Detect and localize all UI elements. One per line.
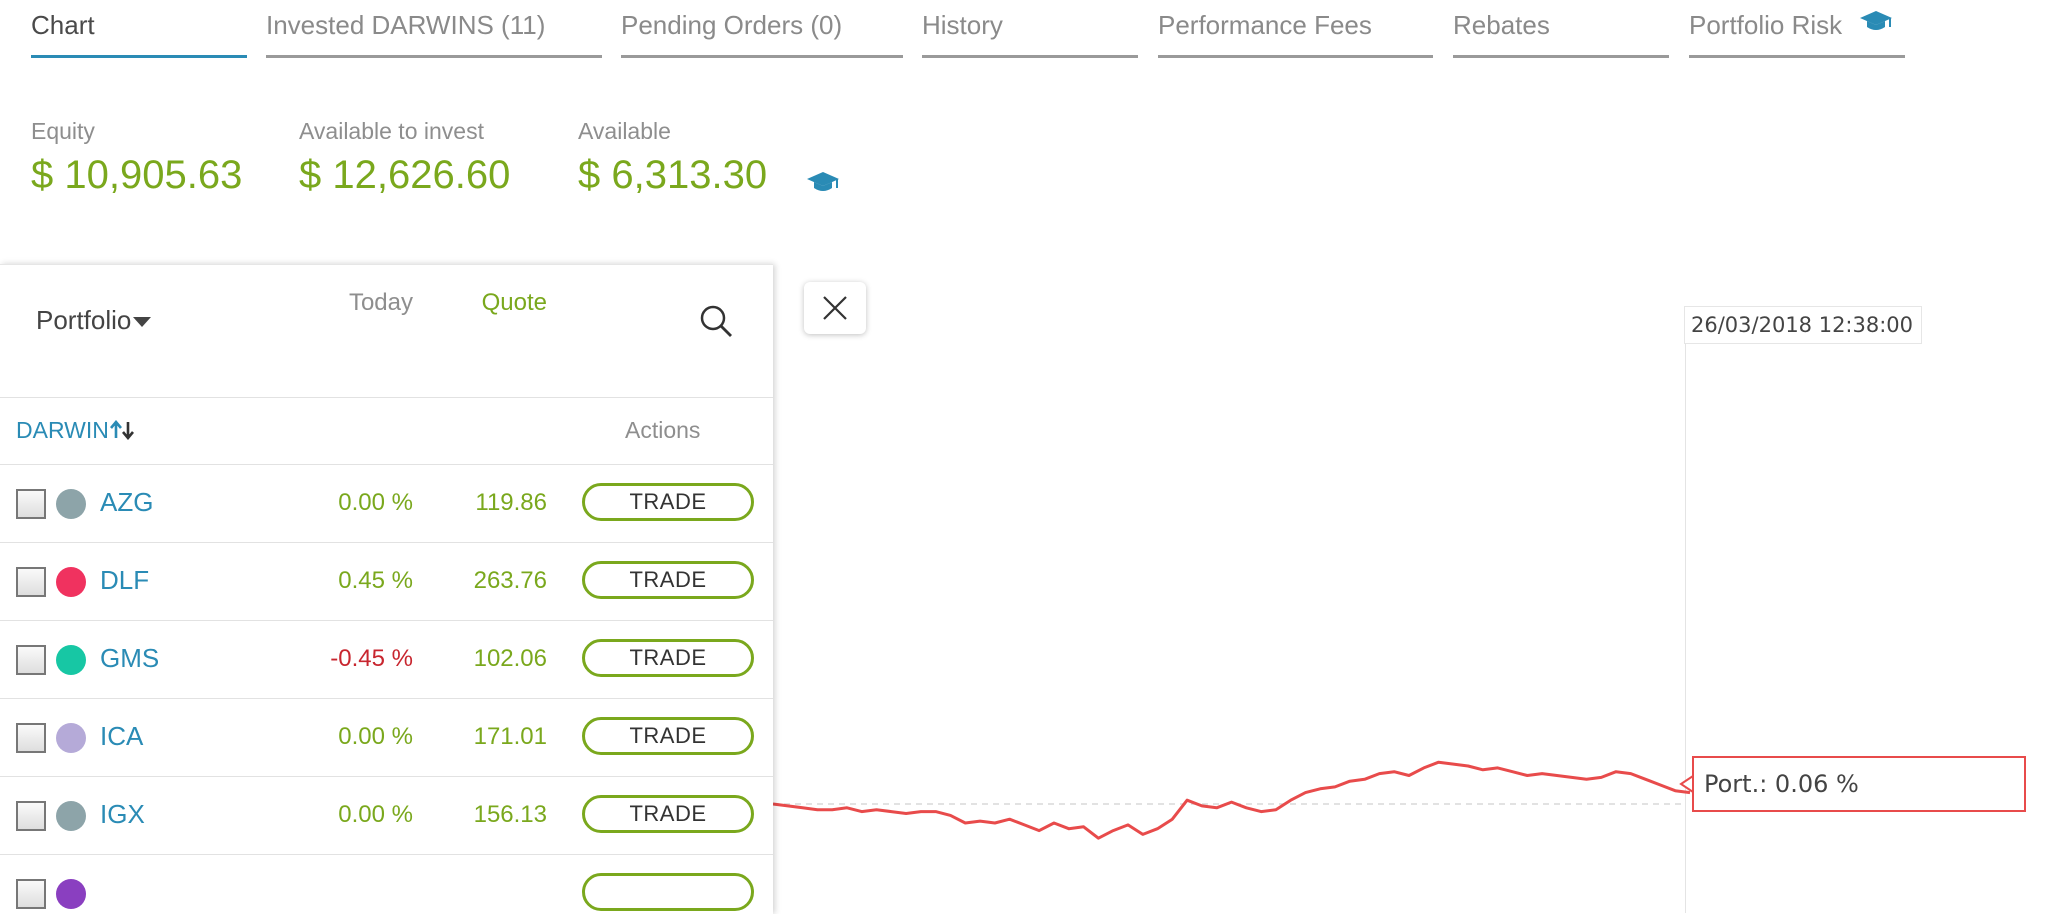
column-header-today: Today — [348, 289, 413, 316]
darwin-color-dot — [56, 567, 86, 597]
darwin-color-dot — [56, 645, 86, 675]
row-checkbox[interactable] — [16, 723, 46, 753]
column-header-label: DARWIN — [16, 417, 109, 443]
close-button[interactable] — [804, 282, 866, 334]
search-icon[interactable] — [698, 303, 734, 344]
darwin-name[interactable]: GMS — [100, 643, 159, 674]
darwin-today-change: 0.45 % — [338, 567, 413, 594]
trade-button[interactable]: TRADE — [582, 795, 754, 833]
darwin-name[interactable]: ICA — [100, 721, 143, 752]
table-row: IGX 0.00 % 156.13 TRADE — [0, 777, 773, 855]
row-checkbox[interactable] — [16, 567, 46, 597]
row-checkbox[interactable] — [16, 801, 46, 831]
darwin-quote: 263.76 — [473, 567, 547, 594]
darwin-today-change: 0.00 % — [338, 801, 413, 828]
trade-button[interactable]: TRADE — [582, 639, 754, 677]
darwin-today-change: -0.45 % — [330, 645, 413, 672]
darwin-quote: 119.86 — [475, 489, 547, 516]
portfolio-line — [772, 760, 1691, 840]
darwin-today-change: 0.00 % — [338, 723, 413, 750]
darwin-name[interactable]: IGX — [100, 799, 145, 830]
portfolio-tooltip: Port.: 0.06 % — [1692, 756, 2026, 812]
trade-button[interactable]: TRADE — [582, 717, 754, 755]
table-row: ICA 0.00 % 171.01 TRADE — [0, 699, 773, 777]
panel-header: Portfolio — [0, 265, 773, 398]
darwin-color-dot — [56, 801, 86, 831]
darwin-quote: 171.01 — [473, 723, 547, 750]
column-header-actions: Actions — [625, 417, 701, 443]
portfolio-dropdown-label: Portfolio — [36, 305, 132, 335]
row-checkbox[interactable] — [16, 645, 46, 675]
darwin-quote: 156.13 — [473, 801, 547, 828]
darwin-color-dot — [56, 489, 86, 519]
darwin-color-dot — [56, 879, 86, 909]
table-row — [0, 855, 773, 914]
portfolio-dropdown[interactable]: Portfolio — [36, 305, 152, 336]
row-checkbox[interactable] — [16, 879, 46, 909]
table-row: DLF 0.45 % 263.76 TRADE — [0, 543, 773, 621]
darwin-name[interactable]: DLF — [100, 565, 149, 596]
table-row: GMS -0.45 % 102.06 TRADE — [0, 621, 773, 699]
column-header-quote: Quote — [481, 289, 547, 316]
darwin-today-change: 0.00 % — [338, 489, 413, 516]
portfolio-panel: Portfolio DARWIN Today Quote Actions AZG… — [0, 264, 773, 914]
row-checkbox[interactable] — [16, 489, 46, 519]
close-icon — [823, 296, 847, 320]
sort-icon — [109, 419, 134, 441]
trade-button[interactable]: TRADE — [582, 561, 754, 599]
column-header-darwin[interactable]: DARWIN — [16, 417, 137, 444]
darwin-quote: 102.06 — [473, 645, 547, 672]
caret-down-icon — [133, 317, 152, 328]
darwin-color-dot — [56, 723, 86, 753]
trade-button[interactable] — [582, 873, 754, 911]
darwin-name[interactable]: AZG — [100, 487, 153, 518]
table-row: AZG 0.00 % 119.86 TRADE — [0, 465, 773, 543]
crosshair-date: 26/03/2018 12:38:00 — [1684, 306, 1922, 344]
trade-button[interactable]: TRADE — [582, 483, 754, 521]
